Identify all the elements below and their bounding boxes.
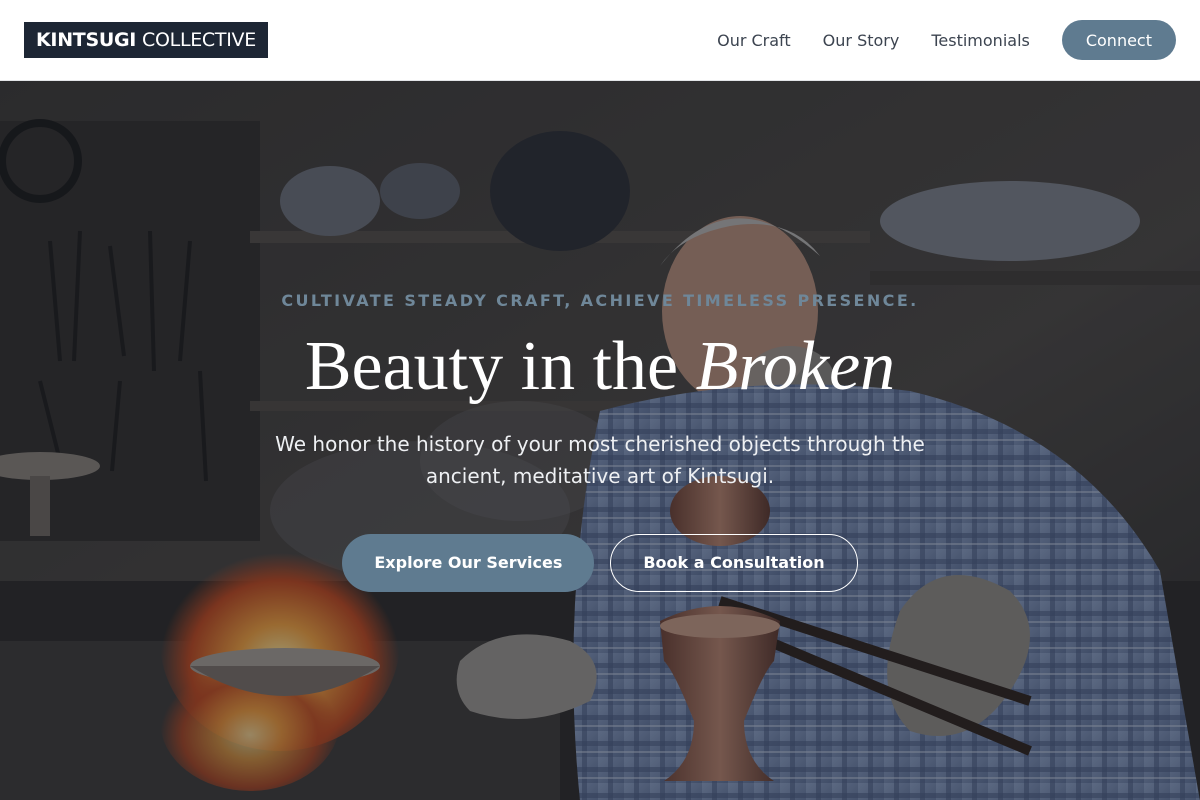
main-nav: Our Craft Our Story Testimonials Connect: [717, 20, 1176, 60]
explore-services-button[interactable]: Explore Our Services: [342, 533, 595, 592]
hero-content: CULTIVATE STEADY CRAFT, ACHIEVE TIMELESS…: [0, 291, 1200, 592]
hero-title-main: Beauty in the: [304, 328, 696, 405]
hero-title-italic: Broken: [695, 328, 896, 405]
logo-wordmark-bold: KINTSUGI: [36, 29, 137, 51]
connect-button[interactable]: Connect: [1061, 20, 1176, 60]
hero-title: Beauty in the Broken: [305, 330, 895, 404]
hero-eyebrow: CULTIVATE STEADY CRAFT, ACHIEVE TIMELESS…: [281, 291, 919, 310]
hero-subtitle: We honor the history of your most cheris…: [275, 431, 925, 488]
nav-link-our-story[interactable]: Our Story: [823, 31, 900, 50]
nav-link-our-craft[interactable]: Our Craft: [717, 31, 791, 50]
hero-cta-row: Explore Our Services Book a Consultation: [342, 533, 858, 592]
site-header: KINTSUGI COLLECTIVE Our Craft Our Story …: [0, 0, 1200, 81]
logo-wordmark-light: COLLECTIVE: [142, 29, 256, 51]
nav-link-testimonials[interactable]: Testimonials: [931, 31, 1030, 50]
brand-logo[interactable]: KINTSUGI COLLECTIVE: [24, 22, 268, 58]
hero-section: CULTIVATE STEADY CRAFT, ACHIEVE TIMELESS…: [0, 81, 1200, 800]
book-consultation-button[interactable]: Book a Consultation: [610, 533, 858, 592]
